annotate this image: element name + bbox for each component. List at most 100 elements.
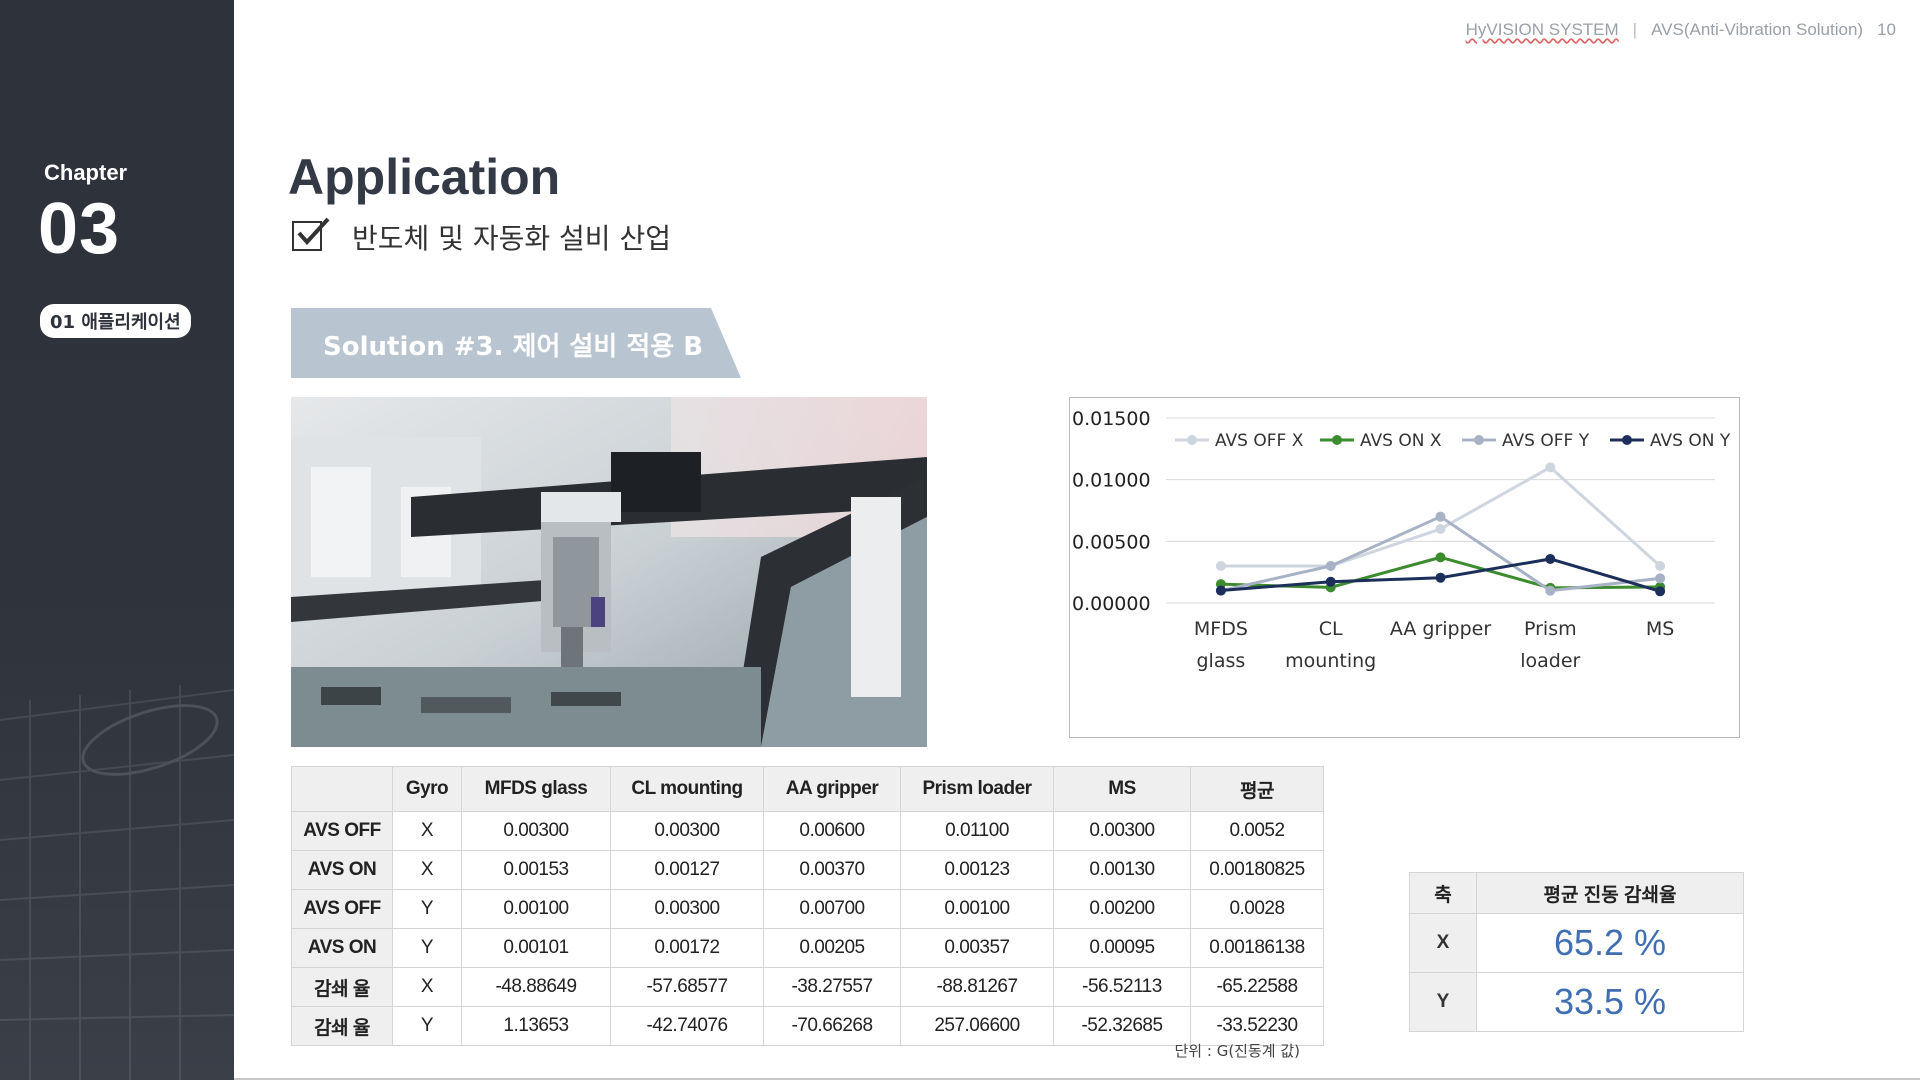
legend-label: AVS OFF X <box>1215 431 1304 451</box>
y-tick-label: 0.00000 <box>1072 593 1151 615</box>
building-watermark <box>0 685 234 1080</box>
table-cell: Y <box>392 928 462 968</box>
page-title: Application <box>288 149 561 205</box>
data-point <box>1545 585 1556 596</box>
table-cell: 0.0052 <box>1190 811 1324 851</box>
brand-name: HyVISION SYSTEM <box>1465 20 1619 39</box>
table-cell: 1.13653 <box>461 1006 611 1046</box>
table-cell: 0.00186138 <box>1190 928 1324 968</box>
doc-title: AVS(Anti-Vibration Solution) <box>1651 20 1864 39</box>
table-cell: 0.00300 <box>610 889 764 929</box>
header: HyVISION SYSTEM | AVS(Anti-Vibration Sol… <box>1466 20 1896 40</box>
data-point <box>1325 561 1336 571</box>
data-point <box>1215 561 1226 571</box>
sidebar: Chapter 03 01 애플리케이션 <box>0 0 234 1080</box>
data-point <box>1215 585 1226 596</box>
table-cell: X <box>392 811 462 851</box>
x-tick-label: MS <box>1646 618 1674 640</box>
banner-title: Solution #3. 제어 설비 적용 B <box>323 332 704 362</box>
row-label: 감쇄 율 <box>291 1006 393 1046</box>
table-header: MS <box>1053 766 1191 812</box>
data-point <box>1435 552 1446 563</box>
data-point <box>1655 573 1666 584</box>
legend-marker <box>1622 435 1632 445</box>
table-row: AVS ON X 0.00153 0.00127 0.00370 0.00123 0.001… <box>291 850 1324 890</box>
table-cell: 0.00180825 <box>1190 850 1324 890</box>
table-cell: -42.74076 <box>610 1006 764 1046</box>
x-tick-label: loader <box>1520 650 1580 672</box>
table-cell: 0.00100 <box>461 889 611 929</box>
reduction-y-value: 33.5 % <box>1476 972 1744 1032</box>
table-cell: 0.00101 <box>461 928 611 968</box>
table-cell: 0.00300 <box>1053 811 1191 851</box>
x-tick-label: mounting <box>1285 650 1376 672</box>
equipment-photo <box>291 397 927 747</box>
axis-header: 축 <box>1409 872 1477 914</box>
table-header: CL mounting <box>610 766 764 812</box>
subtitle: 반도체 및 자동화 설비 산업 <box>352 222 671 255</box>
table-cell: -65.22588 <box>1190 967 1324 1007</box>
reduction-x-value: 65.2 % <box>1476 913 1744 973</box>
table-cell: 0.0028 <box>1190 889 1324 929</box>
table-header: Prism loader <box>900 766 1054 812</box>
header-separator: | <box>1632 20 1638 39</box>
row-label: AVS ON <box>291 928 393 968</box>
x-tick-label: Prism <box>1524 618 1577 640</box>
section-pill[interactable]: 01 애플리케이션 <box>40 304 191 338</box>
x-tick-label: AA gripper <box>1390 618 1492 640</box>
legend-label: AVS ON Y <box>1650 431 1731 451</box>
table-cell: 0.00127 <box>610 850 764 890</box>
row-label: AVS OFF <box>291 889 393 929</box>
y-tick-label: 0.01000 <box>1072 470 1151 492</box>
table-row: AVS OFF Y 0.00100 0.00300 0.00700 0.00100 0.00… <box>291 889 1324 929</box>
x-tick-label: CL <box>1319 618 1343 640</box>
y-tick-label: 0.01500 <box>1072 408 1151 430</box>
table-cell: -57.68577 <box>610 967 764 1007</box>
table-row: 감쇄 율 X -48.88649 -57.68577 -38.27557 -88.8126… <box>291 967 1324 1007</box>
table-cell: Y <box>392 1006 462 1046</box>
table-cell: -88.81267 <box>900 967 1054 1007</box>
table-cell: 0.00123 <box>900 850 1054 890</box>
legend-label: AVS OFF Y <box>1502 431 1590 451</box>
table-cell: 0.00300 <box>461 811 611 851</box>
table-cell: 0.00300 <box>610 811 764 851</box>
data-point <box>1435 524 1446 534</box>
vibration-line-chart: 0.00000 0.00500 0.01000 0.01500 MFDS glass CL m… <box>1069 397 1740 738</box>
table-cell: X <box>392 967 462 1007</box>
table-cell: 0.00200 <box>1053 889 1191 929</box>
table-cell: 0.00370 <box>763 850 901 890</box>
table-cell: Y <box>392 889 462 929</box>
x-tick-label: glass <box>1197 650 1246 672</box>
x-tick-label: MFDS <box>1194 618 1248 640</box>
table-row: AVS OFF X 0.00300 0.00300 0.00600 0.01100 0.00… <box>291 811 1324 851</box>
unit-note: 단위 : G(진동계 값) <box>1174 1042 1301 1060</box>
axis-y: Y <box>1409 972 1477 1032</box>
page-number: 10 <box>1877 20 1896 39</box>
table-cell: -56.52113 <box>1053 967 1191 1007</box>
y-tick-label: 0.00500 <box>1072 531 1151 553</box>
data-point <box>1655 561 1666 571</box>
data-point <box>1435 572 1446 583</box>
table-cell: 0.00172 <box>610 928 764 968</box>
table-cell: 0.00153 <box>461 850 611 890</box>
table-cell: 0.00100 <box>900 889 1054 929</box>
table-cell: 0.00600 <box>763 811 901 851</box>
table-header: AA gripper <box>763 766 901 812</box>
data-point <box>1325 576 1336 587</box>
table-cell: -70.66268 <box>763 1006 901 1046</box>
checkmark-icon <box>297 217 330 245</box>
reduction-header: 평균 진동 감쇄율 <box>1476 872 1744 914</box>
table-header: MFDS glass <box>461 766 611 812</box>
vibration-data-table: Gyro MFDS glass CL mounting AA gripper Prism… <box>291 766 1324 1046</box>
table-cell: 0.00357 <box>900 928 1054 968</box>
legend-marker <box>1474 435 1484 445</box>
reduction-table: 축 평균 진동 감쇄율 X 65.2 % Y 33.5 % <box>1409 872 1744 1032</box>
row-label: AVS OFF <box>291 811 393 851</box>
table-header: 평균 <box>1190 766 1324 812</box>
table-header <box>291 766 393 812</box>
solution-banner: Solution #3. 제어 설비 적용 B <box>291 308 741 378</box>
row-label: 감쇄 율 <box>291 967 393 1007</box>
chapter-label: Chapter <box>44 160 128 185</box>
checkbox <box>292 217 330 251</box>
data-point <box>1655 586 1666 597</box>
